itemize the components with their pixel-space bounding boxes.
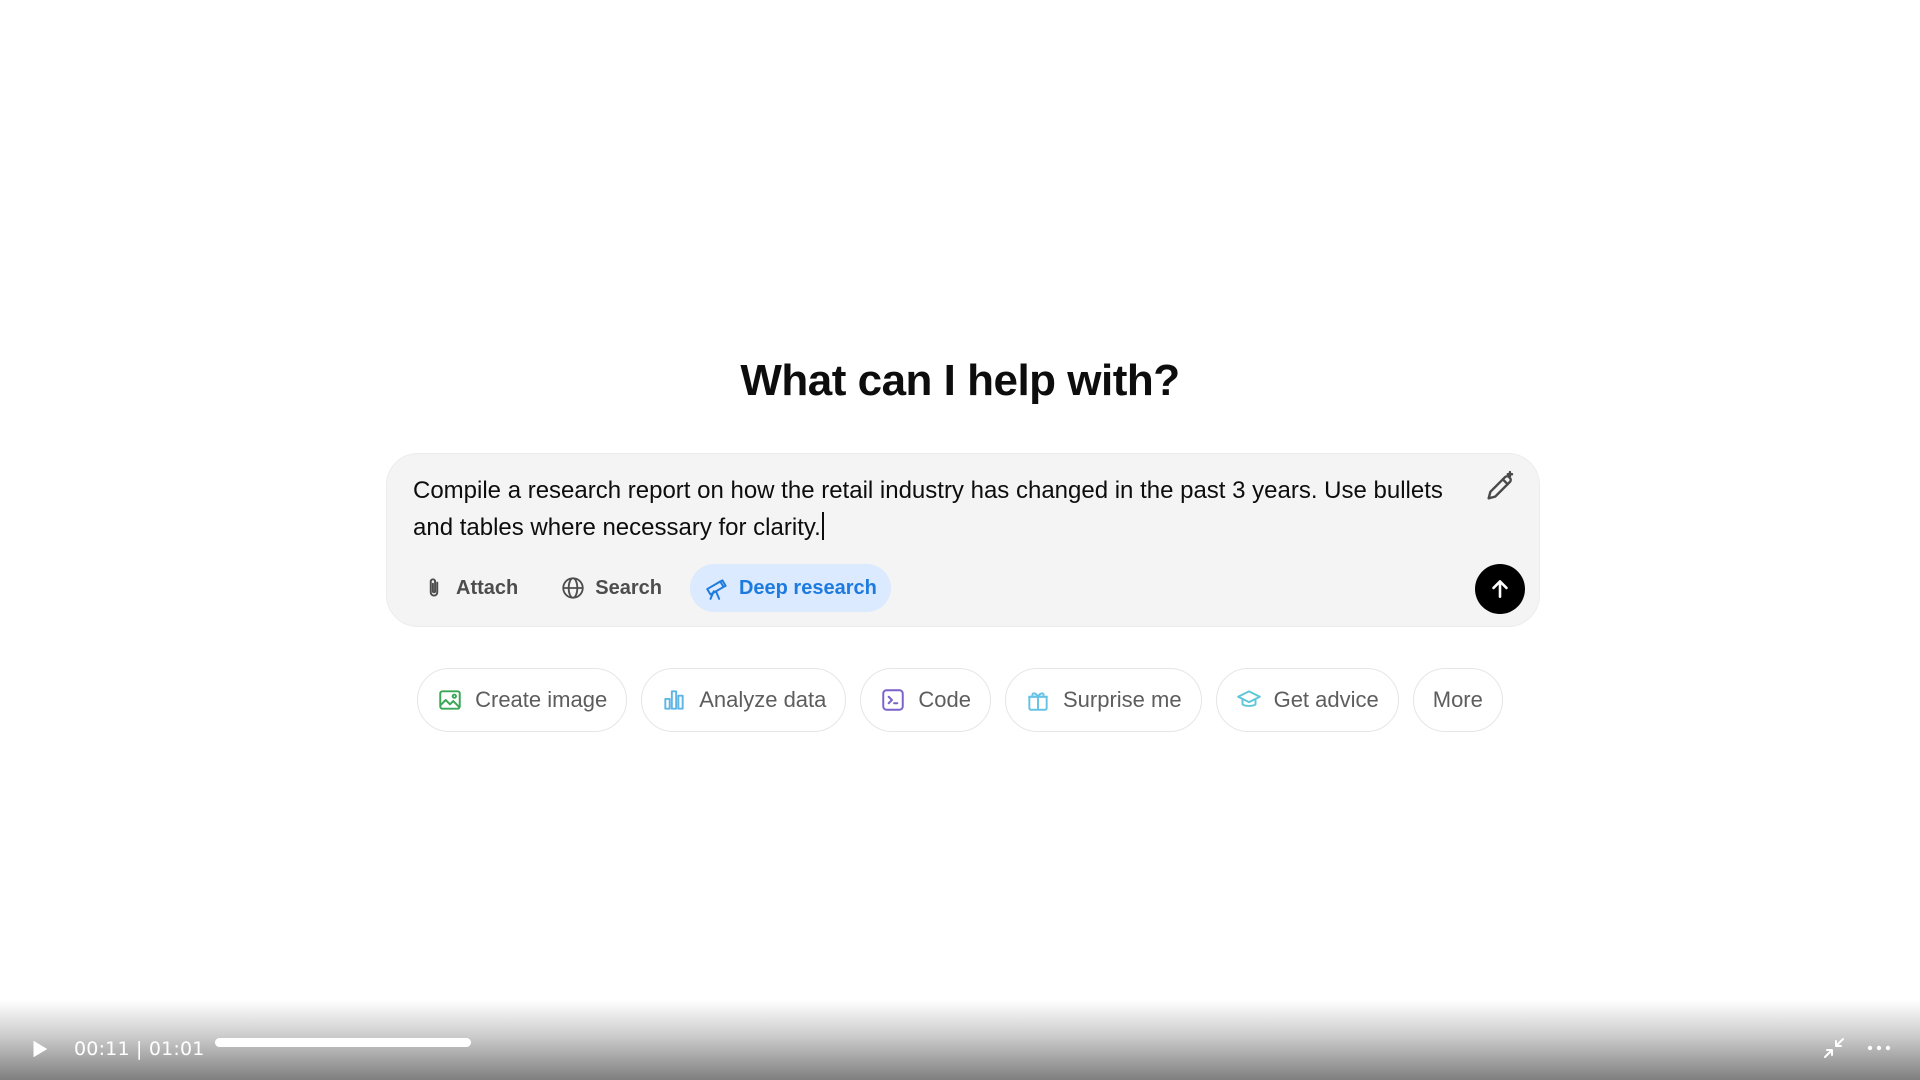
prompt-input[interactable]: Compile a research report on how the ret…	[413, 472, 1469, 546]
code-label: Code	[918, 687, 971, 712]
text-caret	[821, 512, 824, 540]
create-image-chip[interactable]: Create image	[417, 668, 628, 732]
deep-research-label: Deep research	[738, 576, 877, 599]
suggestion-chips: Create image Analyze data Code Surprise …	[0, 668, 1920, 732]
create-image-label: Create image	[475, 687, 608, 712]
prompt-composer[interactable]: Compile a research report on how the ret…	[386, 453, 1540, 627]
code-chip[interactable]: Code	[860, 668, 991, 732]
terminal-icon	[882, 689, 905, 711]
edit-pencil-icon[interactable]	[1483, 470, 1517, 504]
image-icon	[439, 690, 461, 710]
get-advice-label: Get advice	[1273, 687, 1379, 712]
gift-icon	[1028, 692, 1048, 711]
composer-toolbar: Attach Search Deep research	[407, 564, 891, 612]
paperclip-icon	[429, 578, 439, 597]
telescope-icon	[706, 579, 727, 600]
progress-fill	[215, 1038, 471, 1047]
progress-track[interactable]	[215, 1038, 471, 1047]
bar-chart-icon	[664, 690, 684, 710]
analyze-data-chip[interactable]: Analyze data	[641, 668, 847, 732]
more-chip[interactable]: More	[1412, 668, 1503, 732]
graduation-cap-icon	[1236, 690, 1261, 707]
surprise-me-chip[interactable]: Surprise me	[1004, 668, 1202, 732]
send-button[interactable]	[1475, 564, 1525, 614]
exit-fullscreen-icon[interactable]	[1822, 1036, 1846, 1060]
attach-button[interactable]: Attach	[407, 564, 532, 612]
arrow-up-icon	[1492, 580, 1508, 598]
more-options-icon[interactable]	[1866, 1036, 1892, 1060]
search-button[interactable]: Search	[546, 564, 676, 612]
get-advice-chip[interactable]: Get advice	[1215, 668, 1399, 732]
app-stage: What can I help with? Compile a research…	[0, 0, 1920, 1080]
page-title: What can I help with?	[740, 356, 1180, 405]
analyze-data-label: Analyze data	[699, 687, 827, 712]
surprise-me-label: Surprise me	[1062, 687, 1182, 712]
attach-label: Attach	[456, 576, 519, 599]
prompt-text: Compile a research report on how the ret…	[413, 477, 1443, 541]
search-label: Search	[595, 576, 662, 599]
deep-research-button[interactable]: Deep research	[689, 564, 891, 612]
more-label: More	[1432, 687, 1483, 712]
globe-icon	[562, 577, 584, 599]
play-icon[interactable]	[28, 1038, 50, 1060]
time-readout: 00:11 | 01:01	[74, 1038, 205, 1060]
